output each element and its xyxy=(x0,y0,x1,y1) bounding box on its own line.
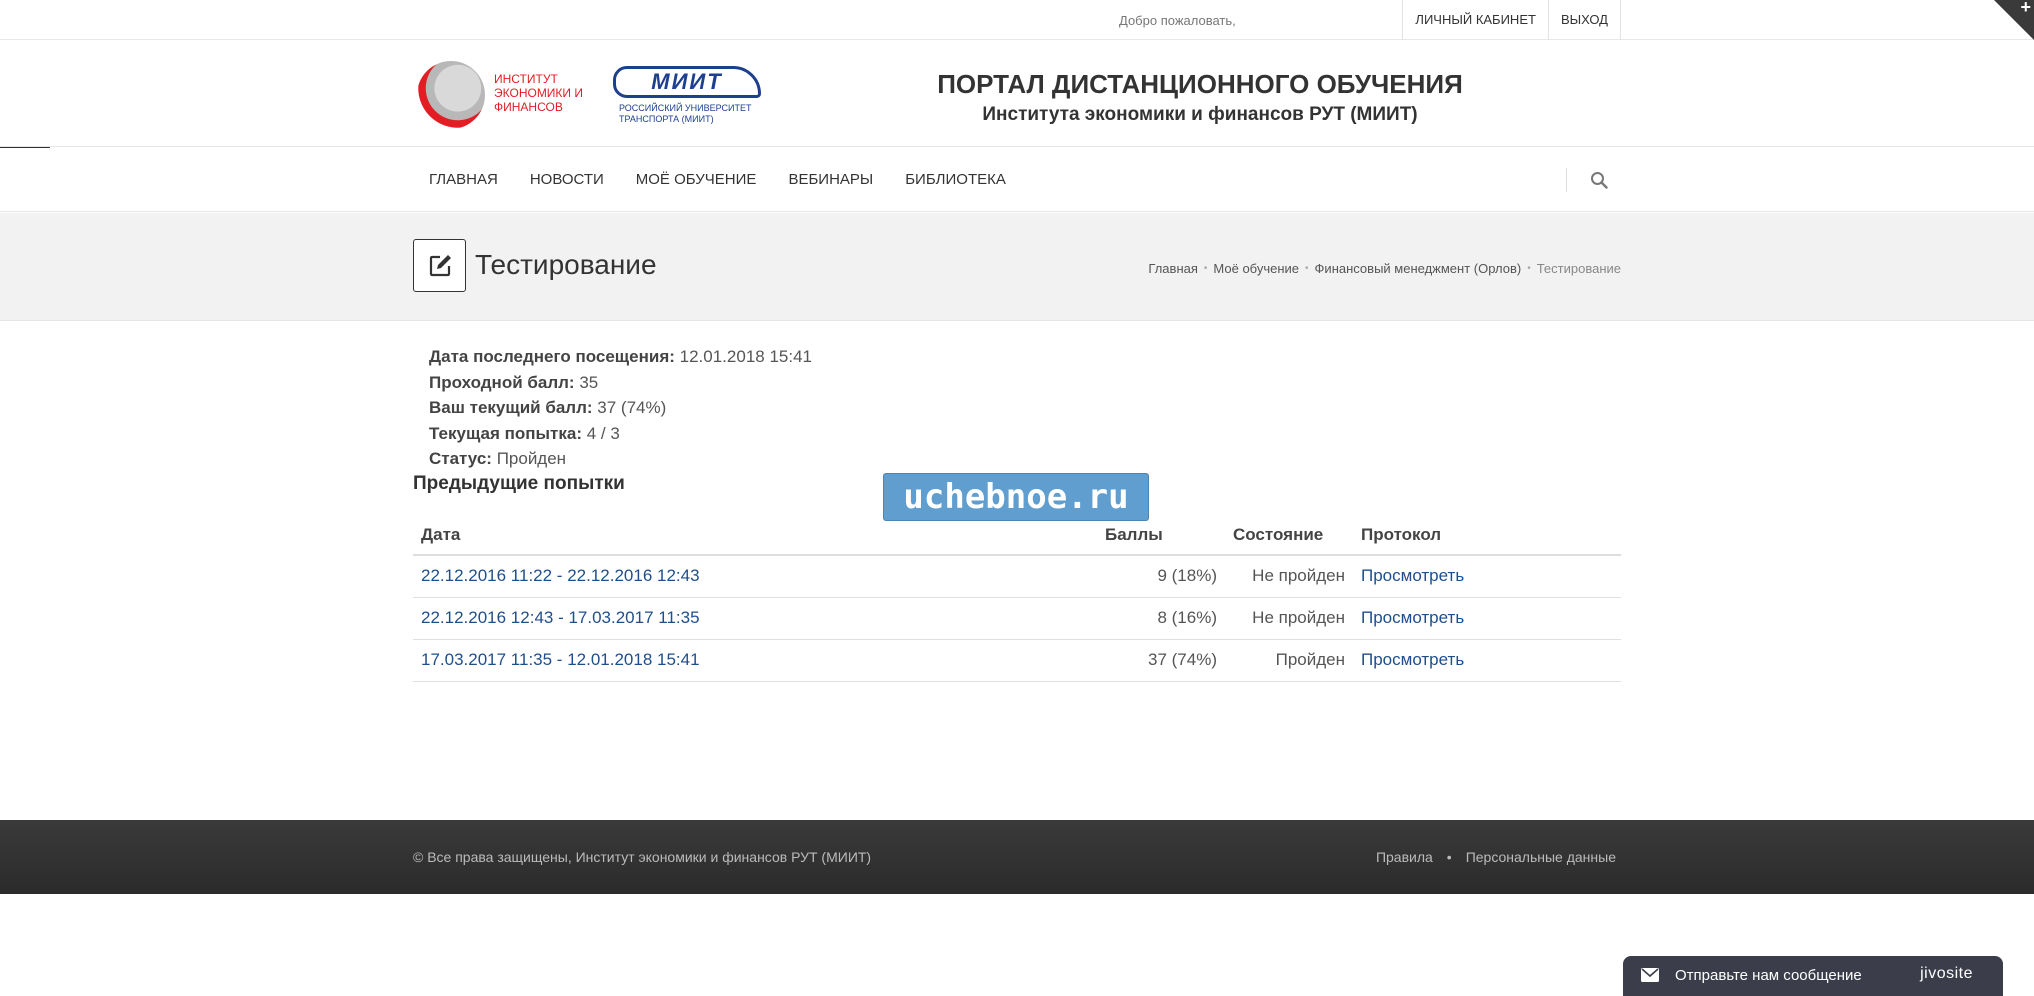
welcome-text: Добро пожаловать, xyxy=(1119,13,1236,28)
footer-link-personal-data[interactable]: Персональные данные xyxy=(1466,849,1616,865)
pass-score-value: 35 xyxy=(579,372,599,392)
page-title: Тестирование xyxy=(475,249,657,280)
nav-webinars[interactable]: ВЕБИНАРЫ xyxy=(772,148,889,212)
pass-score-row: Проходной балл: 35 xyxy=(429,372,599,392)
nav-library[interactable]: БИБЛИОТЕКА xyxy=(889,148,1022,212)
attempt-date-link[interactable]: 22.12.2016 11:22 - 22.12.2016 12:43 xyxy=(421,566,700,585)
main-nav: ГЛАВНАЯ НОВОСТИ МОЁ ОБУЧЕНИЕ ВЕБИНАРЫ БИ… xyxy=(0,148,2034,212)
miit-logo-text: РОССИЙСКИЙ УНИВЕРСИТЕТ ТРАНСПОРТА (МИИТ) xyxy=(619,103,752,124)
search-icon xyxy=(1591,172,1608,189)
institute-logo[interactable]: ИНСТИТУТ ЭКОНОМИКИ И ФИНАНСОВ xyxy=(417,61,592,131)
breadcrumb-home[interactable]: Главная xyxy=(1148,261,1197,276)
table-row: 22.12.2016 11:22 - 22.12.2016 12:43 9 (1… xyxy=(413,555,1621,598)
institute-logo-text: ИНСТИТУТ ЭКОНОМИКИ И ФИНАНСОВ xyxy=(494,72,584,114)
view-protocol-link[interactable]: Просмотреть xyxy=(1361,650,1464,669)
table-header-row: Дата Баллы Состояние Протокол xyxy=(413,515,1621,556)
attempts-table: Дата Баллы Состояние Протокол 22.12.2016… xyxy=(413,515,1621,682)
status-row: Статус: Пройден xyxy=(429,449,567,468)
column-header-score: Баллы xyxy=(1097,515,1225,556)
attempt-date-link[interactable]: 22.12.2016 12:43 - 17.03.2017 11:35 xyxy=(421,608,700,627)
chat-brand: jivosite xyxy=(1920,965,1973,982)
nav-my-learning[interactable]: МОЁ ОБУЧЕНИЕ xyxy=(620,148,773,212)
footer-link-rules[interactable]: Правила xyxy=(1376,849,1433,865)
footer-links: Правила • Персональные данные xyxy=(1376,849,1616,865)
last-visit-row: Дата последнего посещения: 12.01.2018 15… xyxy=(429,347,812,366)
table-row: 22.12.2016 12:43 - 17.03.2017 11:35 8 (1… xyxy=(413,597,1621,640)
attempt-score: 9 (18%) xyxy=(1097,555,1225,598)
column-header-date: Дата xyxy=(413,515,1097,556)
breadcrumb-separator: • xyxy=(1527,263,1531,274)
site-header: ИНСТИТУТ ЭКОНОМИКИ И ФИНАНСОВ МИИТ РОССИ… xyxy=(0,41,2034,147)
miit-logo-mark: МИИТ xyxy=(613,66,761,98)
account-link[interactable]: ЛИЧНЫЙ КАБИНЕТ xyxy=(1402,0,1548,40)
breadcrumb-course[interactable]: Финансовый менеджмент (Орлов) xyxy=(1315,261,1522,276)
breadcrumb-separator: • xyxy=(1305,263,1309,274)
top-nav: ЛИЧНЫЙ КАБИНЕТ ВЫХОД xyxy=(1402,0,1621,40)
view-protocol-link[interactable]: Просмотреть xyxy=(1361,608,1464,627)
attempt-score: 37 (74%) xyxy=(1097,639,1225,682)
institute-logo-emblem xyxy=(417,61,485,129)
attempt-state: Не пройден xyxy=(1225,555,1353,598)
search-button[interactable] xyxy=(1566,168,1621,192)
plus-icon[interactable]: + xyxy=(2020,0,2031,18)
site-footer: © Все права защищены, Институт экономики… xyxy=(0,820,2034,894)
breadcrumb: Главная • Моё обучение • Финансовый мене… xyxy=(1148,261,1621,276)
view-protocol-link[interactable]: Просмотреть xyxy=(1361,566,1464,585)
column-header-state: Состояние xyxy=(1225,515,1353,556)
test-info: Дата последнего посещения: 12.01.2018 15… xyxy=(429,344,812,472)
watermark: uchebnoe.ru xyxy=(883,473,1149,521)
attempt-value: 4 / 3 xyxy=(586,423,620,443)
previous-attempts-title: Предыдущие попытки xyxy=(413,473,625,494)
copyright-text: © Все права защищены, Институт экономики… xyxy=(413,849,872,865)
page-icon-box xyxy=(413,239,466,292)
chat-widget[interactable]: Отправьте нам сообщение jivosite xyxy=(1623,956,2003,996)
top-bar: Добро пожаловать, ЛИЧНЫЙ КАБИНЕТ ВЫХОД + xyxy=(0,0,2034,40)
current-score-row: Ваш текущий балл: 37 (74%) xyxy=(429,398,667,417)
status-value: Пройден xyxy=(496,449,567,468)
miit-logo[interactable]: МИИТ РОССИЙСКИЙ УНИВЕРСИТЕТ ТРАНСПОРТА (… xyxy=(613,66,763,128)
breadcrumb-separator: • xyxy=(1203,263,1208,274)
last-visit-value: 12.01.2018 15:41 xyxy=(679,347,812,366)
attempt-state: Пройден xyxy=(1225,639,1353,682)
column-header-protocol: Протокол xyxy=(1353,515,1621,556)
current-score-value: 37 (74%) xyxy=(597,398,667,417)
portal-subtitle: Института экономики и финансов РУТ (МИИТ… xyxy=(982,104,1418,125)
page-title-bar: Тестирование Главная • Моё обучение • Фи… xyxy=(0,213,2034,321)
mail-icon xyxy=(1641,968,1659,982)
table-row: 17.03.2017 11:35 - 12.01.2018 15:41 37 (… xyxy=(413,639,1621,682)
footer-separator: • xyxy=(1446,849,1452,865)
nav-news[interactable]: НОВОСТИ xyxy=(514,148,620,212)
nav-home[interactable]: ГЛАВНАЯ xyxy=(413,148,514,212)
attempt-date-link[interactable]: 17.03.2017 11:35 - 12.01.2018 15:41 xyxy=(421,650,700,669)
attempt-state: Не пройден xyxy=(1225,597,1353,640)
edit-icon xyxy=(429,254,451,276)
attempt-row: Текущая попытка: 4 / 3 xyxy=(429,423,620,443)
attempt-score: 8 (16%) xyxy=(1097,597,1225,640)
breadcrumb-current: Тестирование xyxy=(1536,261,1621,276)
portal-title: ПОРТАЛ ДИСТАНЦИОННОГО ОБУЧЕНИЯ xyxy=(937,69,1463,99)
breadcrumb-my-learning[interactable]: Моё обучение xyxy=(1213,261,1299,276)
chat-message: Отправьте нам сообщение xyxy=(1675,967,1862,984)
logout-link[interactable]: ВЫХОД xyxy=(1547,0,1621,40)
